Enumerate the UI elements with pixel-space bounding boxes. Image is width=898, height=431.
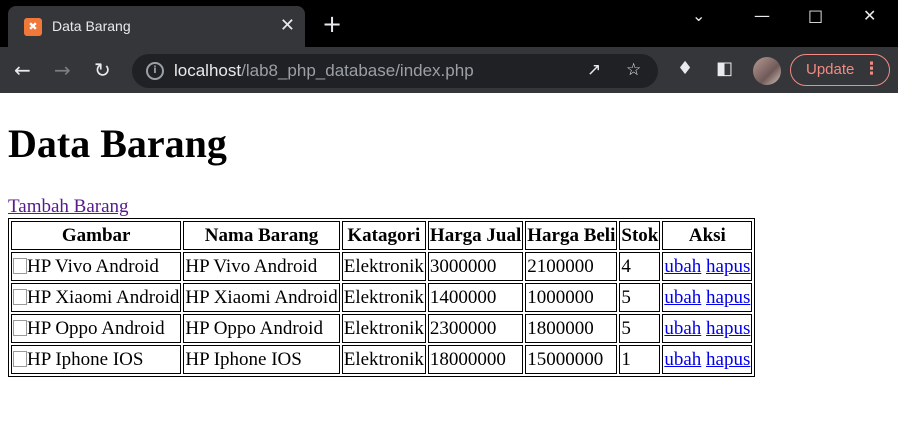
- name-cell: HP Vivo Android: [183, 252, 340, 281]
- tab-title: Data Barang: [52, 18, 131, 34]
- table-row: HP Xiaomi Android HP Xiaomi Android Elek…: [11, 283, 753, 312]
- minimize-icon[interactable]: —: [754, 6, 770, 25]
- puzzle-icon[interactable]: ♦: [677, 58, 693, 79]
- image-cell: HP Xiaomi Android: [11, 283, 182, 312]
- col-header: Nama Barang: [183, 221, 340, 250]
- avatar[interactable]: [753, 57, 781, 85]
- info-icon[interactable]: i: [146, 62, 164, 80]
- image-cell: HP Oppo Android: [11, 314, 182, 343]
- broken-image-icon: [13, 350, 27, 367]
- url-path: /lab8_php_database/index.php: [241, 61, 474, 80]
- stock-cell: 1: [619, 345, 661, 374]
- edit-link[interactable]: ubah: [664, 256, 701, 277]
- sell-price-cell: 18000000: [427, 345, 524, 374]
- tab-strip: ✖ Data Barang ✕ + ⌄ — □ ✕: [0, 0, 898, 47]
- data-table: Gambar Nama Barang Katagori Harga Jual H…: [8, 218, 756, 377]
- table-row: HP Iphone IOS HP Iphone IOS Elektronik 1…: [11, 345, 753, 374]
- table-row: HP Vivo Android HP Vivo Android Elektron…: [11, 252, 753, 281]
- image-alt: HP Xiaomi Android: [27, 286, 180, 308]
- xampp-icon: ✖: [24, 18, 42, 36]
- buy-price-cell: 2100000: [525, 252, 618, 281]
- action-cell: ubah hapus: [662, 314, 753, 343]
- col-header: Harga Beli: [525, 221, 618, 250]
- table-row: HP Oppo Android HP Oppo Android Elektron…: [11, 314, 753, 343]
- tab-data-barang[interactable]: ✖ Data Barang ✕: [8, 6, 305, 47]
- new-tab-icon[interactable]: +: [322, 10, 342, 38]
- name-cell: HP Oppo Android: [183, 314, 340, 343]
- chevron-down-icon[interactable]: ⌄: [692, 6, 705, 25]
- delete-link[interactable]: hapus: [706, 256, 750, 277]
- category-cell: Elektronik: [341, 345, 426, 374]
- delete-link[interactable]: hapus: [706, 318, 750, 339]
- delete-link[interactable]: hapus: [706, 287, 750, 308]
- sell-price-cell: 1400000: [427, 283, 524, 312]
- sell-price-cell: 3000000: [427, 252, 524, 281]
- table-header-row: Gambar Nama Barang Katagori Harga Jual H…: [11, 221, 753, 250]
- reload-icon[interactable]: ↻: [94, 58, 111, 82]
- broken-image-icon: [13, 257, 27, 274]
- image-cell: HP Vivo Android: [11, 252, 182, 281]
- update-button[interactable]: Update ⋮: [790, 54, 890, 86]
- url-host: localhost: [174, 61, 242, 80]
- address-bar[interactable]: i localhost/lab8_php_database/index.php …: [132, 54, 658, 88]
- edit-link[interactable]: ubah: [664, 287, 701, 308]
- col-header: Gambar: [11, 221, 182, 250]
- star-icon[interactable]: ☆: [626, 60, 641, 80]
- action-cell: ubah hapus: [662, 252, 753, 281]
- update-label: Update: [806, 61, 855, 78]
- maximize-icon[interactable]: □: [808, 6, 823, 25]
- close-icon[interactable]: ✕: [280, 15, 295, 36]
- image-alt: HP Oppo Android: [27, 317, 165, 339]
- edit-link[interactable]: ubah: [664, 349, 701, 370]
- col-header: Katagori: [341, 221, 426, 250]
- buy-price-cell: 1800000: [525, 314, 618, 343]
- stock-cell: 5: [619, 314, 661, 343]
- buy-price-cell: 15000000: [525, 345, 618, 374]
- broken-image-icon: [13, 319, 27, 336]
- category-cell: Elektronik: [341, 314, 426, 343]
- stock-cell: 5: [619, 283, 661, 312]
- more-menu-icon[interactable]: ⋮: [863, 59, 880, 79]
- action-cell: ubah hapus: [662, 345, 753, 374]
- add-item-link[interactable]: Tambah Barang: [8, 196, 129, 218]
- image-alt: HP Iphone IOS: [27, 348, 144, 370]
- col-header: Harga Jual: [427, 221, 524, 250]
- name-cell: HP Xiaomi Android: [183, 283, 340, 312]
- window-close-icon[interactable]: ✕: [863, 6, 876, 25]
- browser-toolbar: ← → ↻ i localhost/lab8_php_database/inde…: [0, 47, 898, 93]
- forward-arrow-icon[interactable]: →: [54, 58, 71, 82]
- page-title: Data Barang: [8, 121, 227, 166]
- edit-link[interactable]: ubah: [664, 318, 701, 339]
- image-alt: HP Vivo Android: [27, 255, 159, 277]
- sell-price-cell: 2300000: [427, 314, 524, 343]
- url-text[interactable]: localhost/lab8_php_database/index.php: [174, 61, 474, 81]
- stock-cell: 4: [619, 252, 661, 281]
- image-cell: HP Iphone IOS: [11, 345, 182, 374]
- delete-link[interactable]: hapus: [706, 349, 750, 370]
- side-panel-icon[interactable]: ◧: [716, 58, 733, 79]
- share-icon[interactable]: ↗: [587, 60, 601, 80]
- name-cell: HP Iphone IOS: [183, 345, 340, 374]
- back-arrow-icon[interactable]: ←: [14, 58, 31, 82]
- broken-image-icon: [13, 288, 27, 305]
- category-cell: Elektronik: [341, 252, 426, 281]
- action-cell: ubah hapus: [662, 283, 753, 312]
- buy-price-cell: 1000000: [525, 283, 618, 312]
- col-header: Aksi: [662, 221, 753, 250]
- col-header: Stok: [619, 221, 661, 250]
- category-cell: Elektronik: [341, 283, 426, 312]
